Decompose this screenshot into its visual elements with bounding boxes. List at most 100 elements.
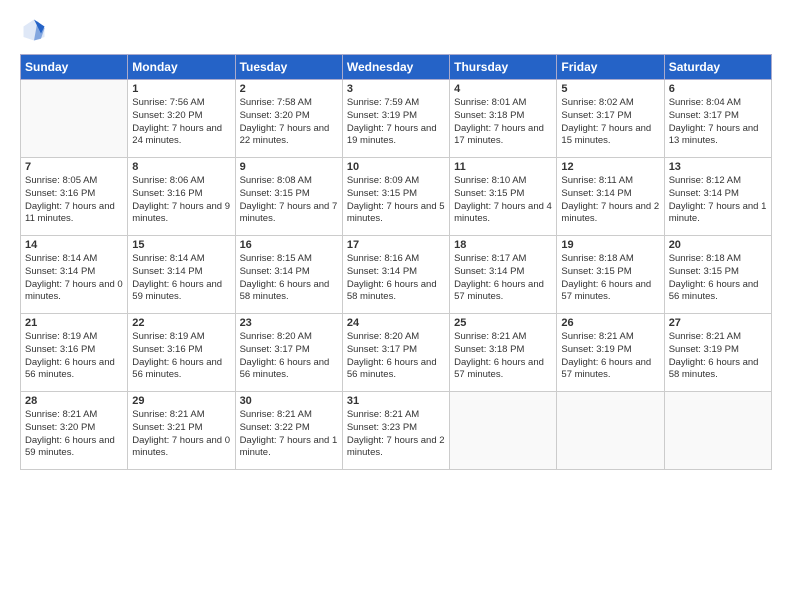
day-number: 27 [669,317,767,329]
day-info: Sunrise: 8:16 AMSunset: 3:14 PMDaylight:… [347,253,445,304]
week-row-1: 1 Sunrise: 7:56 AMSunset: 3:20 PMDaylight… [21,80,772,158]
day-number: 4 [454,83,552,95]
day-info: Sunrise: 8:17 AMSunset: 3:14 PMDaylight:… [454,253,552,304]
day-cell: 23 Sunrise: 8:20 AMSunset: 3:17 PMDayligh… [235,314,342,392]
day-cell: 1 Sunrise: 7:56 AMSunset: 3:20 PMDaylight… [128,80,235,158]
week-row-2: 7 Sunrise: 8:05 AMSunset: 3:16 PMDaylight… [21,158,772,236]
calendar: SundayMondayTuesdayWednesdayThursdayFrid… [20,54,772,470]
logo [20,16,52,44]
day-cell: 21 Sunrise: 8:19 AMSunset: 3:16 PMDayligh… [21,314,128,392]
day-cell: 18 Sunrise: 8:17 AMSunset: 3:14 PMDayligh… [450,236,557,314]
day-cell [557,392,664,470]
day-cell: 17 Sunrise: 8:16 AMSunset: 3:14 PMDayligh… [342,236,449,314]
day-info: Sunrise: 8:18 AMSunset: 3:15 PMDaylight:… [561,253,659,304]
day-cell: 25 Sunrise: 8:21 AMSunset: 3:18 PMDayligh… [450,314,557,392]
col-header-tuesday: Tuesday [235,55,342,80]
page: SundayMondayTuesdayWednesdayThursdayFrid… [0,0,792,612]
calendar-header-row: SundayMondayTuesdayWednesdayThursdayFrid… [21,55,772,80]
day-number: 14 [25,239,123,251]
day-cell: 31Sunrise: 8:21 AMSunset: 3:23 PMDayligh… [342,392,449,470]
day-cell: 9Sunrise: 8:08 AMSunset: 3:15 PMDaylight… [235,158,342,236]
day-info: Sunrise: 8:18 AMSunset: 3:15 PMDaylight:… [669,253,767,304]
day-info: Sunrise: 8:14 AMSunset: 3:14 PMDaylight:… [25,253,123,304]
day-number: 30 [240,395,338,407]
day-number: 28 [25,395,123,407]
day-cell: 5 Sunrise: 8:02 AMSunset: 3:17 PMDaylight… [557,80,664,158]
day-cell: 26 Sunrise: 8:21 AMSunset: 3:19 PMDayligh… [557,314,664,392]
day-cell [450,392,557,470]
day-number: 26 [561,317,659,329]
day-info: Sunrise: 8:21 AMSunset: 3:19 PMDaylight:… [561,331,659,382]
day-info: Sunrise: 8:04 AMSunset: 3:17 PMDaylight:… [669,97,767,148]
day-cell: 29Sunrise: 8:21 AMSunset: 3:21 PMDayligh… [128,392,235,470]
day-info: Sunrise: 8:21 AMSunset: 3:22 PMDaylight:… [240,409,338,460]
day-info: Sunrise: 8:21 AMSunset: 3:18 PMDaylight:… [454,331,552,382]
day-number: 2 [240,83,338,95]
day-info: Sunrise: 8:20 AMSunset: 3:17 PMDaylight:… [240,331,338,382]
day-number: 13 [669,161,767,173]
day-number: 31 [347,395,445,407]
day-number: 1 [132,83,230,95]
day-info: Sunrise: 8:19 AMSunset: 3:16 PMDaylight:… [132,331,230,382]
day-number: 17 [347,239,445,251]
day-cell: 15Sunrise: 8:14 AMSunset: 3:14 PMDayligh… [128,236,235,314]
day-number: 18 [454,239,552,251]
day-info: Sunrise: 8:06 AMSunset: 3:16 PMDaylight:… [132,175,230,226]
day-cell: 30 Sunrise: 8:21 AMSunset: 3:22 PMDayligh… [235,392,342,470]
header [20,16,772,44]
day-cell: 12Sunrise: 8:11 AMSunset: 3:14 PMDayligh… [557,158,664,236]
day-number: 25 [454,317,552,329]
day-number: 3 [347,83,445,95]
day-number: 19 [561,239,659,251]
day-cell: 3Sunrise: 7:59 AMSunset: 3:19 PMDaylight… [342,80,449,158]
day-cell [664,392,771,470]
day-number: 10 [347,161,445,173]
day-number: 11 [454,161,552,173]
col-header-friday: Friday [557,55,664,80]
logo-icon [20,16,48,44]
day-number: 12 [561,161,659,173]
col-header-monday: Monday [128,55,235,80]
day-info: Sunrise: 8:20 AMSunset: 3:17 PMDaylight:… [347,331,445,382]
day-info: Sunrise: 8:21 AMSunset: 3:21 PMDaylight:… [132,409,230,460]
day-cell: 22Sunrise: 8:19 AMSunset: 3:16 PMDayligh… [128,314,235,392]
day-info: Sunrise: 7:56 AMSunset: 3:20 PMDaylight:… [132,97,230,148]
day-cell: 16 Sunrise: 8:15 AMSunset: 3:14 PMDayligh… [235,236,342,314]
day-number: 6 [669,83,767,95]
day-cell: 27 Sunrise: 8:21 AMSunset: 3:19 PMDayligh… [664,314,771,392]
day-number: 20 [669,239,767,251]
day-info: Sunrise: 8:15 AMSunset: 3:14 PMDaylight:… [240,253,338,304]
day-number: 21 [25,317,123,329]
day-number: 5 [561,83,659,95]
week-row-4: 21 Sunrise: 8:19 AMSunset: 3:16 PMDayligh… [21,314,772,392]
day-cell: 19 Sunrise: 8:18 AMSunset: 3:15 PMDayligh… [557,236,664,314]
day-cell: 20 Sunrise: 8:18 AMSunset: 3:15 PMDayligh… [664,236,771,314]
day-info: Sunrise: 8:05 AMSunset: 3:16 PMDaylight:… [25,175,123,226]
day-number: 15 [132,239,230,251]
col-header-wednesday: Wednesday [342,55,449,80]
day-cell: 14 Sunrise: 8:14 AMSunset: 3:14 PMDayligh… [21,236,128,314]
day-number: 16 [240,239,338,251]
day-info: Sunrise: 8:21 AMSunset: 3:20 PMDaylight:… [25,409,123,460]
day-number: 23 [240,317,338,329]
col-header-thursday: Thursday [450,55,557,80]
day-info: Sunrise: 8:02 AMSunset: 3:17 PMDaylight:… [561,97,659,148]
day-cell: 2 Sunrise: 7:58 AMSunset: 3:20 PMDaylight… [235,80,342,158]
day-number: 24 [347,317,445,329]
day-info: Sunrise: 8:01 AMSunset: 3:18 PMDaylight:… [454,97,552,148]
day-cell: 13Sunrise: 8:12 AMSunset: 3:14 PMDayligh… [664,158,771,236]
day-cell: 4 Sunrise: 8:01 AMSunset: 3:18 PMDaylight… [450,80,557,158]
day-info: Sunrise: 8:19 AMSunset: 3:16 PMDaylight:… [25,331,123,382]
col-header-saturday: Saturday [664,55,771,80]
day-cell: 6 Sunrise: 8:04 AMSunset: 3:17 PMDaylight… [664,80,771,158]
day-info: Sunrise: 7:58 AMSunset: 3:20 PMDaylight:… [240,97,338,148]
day-number: 7 [25,161,123,173]
col-header-sunday: Sunday [21,55,128,80]
day-cell: 24 Sunrise: 8:20 AMSunset: 3:17 PMDayligh… [342,314,449,392]
day-info: Sunrise: 8:09 AMSunset: 3:15 PMDaylight:… [347,175,445,226]
day-info: Sunrise: 8:21 AMSunset: 3:19 PMDaylight:… [669,331,767,382]
day-info: Sunrise: 8:10 AMSunset: 3:15 PMDaylight:… [454,175,552,226]
day-cell: 28 Sunrise: 8:21 AMSunset: 3:20 PMDayligh… [21,392,128,470]
day-number: 9 [240,161,338,173]
day-cell: 11 Sunrise: 8:10 AMSunset: 3:15 PMDayligh… [450,158,557,236]
